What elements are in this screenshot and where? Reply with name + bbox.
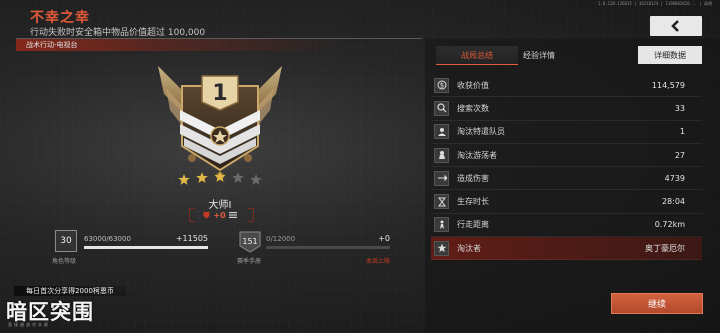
distance-icon — [434, 217, 449, 233]
damage-icon — [434, 170, 449, 186]
season-pass-level: 151 — [242, 237, 258, 246]
xp-progress-text: 63000/63000 — [84, 235, 131, 243]
list-icon — [228, 212, 237, 218]
list-item: 生存时长 28:04 — [431, 190, 702, 214]
xp-gain: +11505 — [175, 234, 208, 243]
stat-label: 收获价值 — [457, 80, 489, 90]
list-item: 搜索次数 33 — [431, 97, 702, 121]
stat-label: 生存时长 — [457, 197, 489, 207]
achievement-subtitle: 行动失败时安全箱中物品价值超过 100,000 — [30, 28, 206, 38]
stat-value: 1 — [679, 127, 685, 137]
stat-label: 搜索次数 — [457, 103, 489, 113]
pass-progress-text: 0/12000 — [266, 235, 296, 243]
search-icon — [434, 100, 449, 116]
list-item: 行走距离 0.72km — [431, 214, 702, 238]
rank-points-icon — [203, 212, 210, 219]
rank-delta-value: +0 — [213, 210, 226, 220]
stat-value: 4739 — [664, 173, 685, 183]
tab-active-indicator — [436, 64, 518, 65]
rank-stars — [178, 171, 262, 185]
star-empty-icon — [250, 174, 262, 185]
game-logo-subtitle: 直接越战合本赛 — [8, 322, 50, 327]
stat-label: 行走距离 — [457, 220, 489, 230]
value-icon: $ — [434, 77, 449, 93]
mode-label: 战术行动-电视台 — [26, 41, 78, 49]
build-info: 1.0.128.126615 | 16218124 | 1198863620..… — [598, 1, 712, 6]
share-bonus-text[interactable]: 每日首次分享得2000柯恩币 — [14, 286, 126, 296]
rank-delta: +0 — [196, 209, 244, 221]
stats-list: $ 收获价值 114,579 搜索次数 33 淘汰特遣队员 1 淘汰游荡者 27… — [431, 74, 702, 261]
star-empty-icon — [232, 172, 244, 183]
stat-label: 造成伤害 — [457, 173, 489, 183]
stat-label: 淘汰者 — [457, 243, 481, 253]
list-item[interactable]: 淘汰者 奥丁豪厄尔 — [431, 237, 702, 261]
stat-value: 27 — [674, 150, 685, 160]
pass-progress-bar — [266, 246, 390, 249]
character-level: 30 — [55, 230, 77, 252]
stat-value: 114,579 — [651, 80, 685, 90]
stat-value: 33 — [674, 103, 685, 113]
character-level-caption: 角色等级 — [52, 258, 77, 265]
list-item: 造成伤害 4739 — [431, 167, 702, 191]
star-filled-icon — [214, 171, 226, 182]
star-filled-icon — [196, 172, 208, 183]
achievement-title: 不幸之幸 — [30, 10, 90, 26]
chevron-left-icon — [671, 20, 679, 32]
continue-button[interactable]: 继续 — [611, 293, 703, 314]
stat-label: 淘汰特遣队员 — [457, 127, 505, 137]
hourglass-icon — [434, 194, 449, 210]
killer-icon — [434, 240, 449, 256]
list-item: 淘汰游荡者 27 — [431, 144, 702, 168]
svg-text:$: $ — [439, 82, 443, 90]
weekly-limit-label: 本周上限 — [365, 258, 390, 265]
star-filled-icon — [178, 174, 190, 185]
wanderer-icon — [434, 147, 449, 163]
special-squad-icon — [434, 124, 449, 140]
stat-value: 0.72km — [654, 220, 685, 230]
back-button[interactable] — [650, 16, 702, 36]
svg-text:1: 1 — [212, 81, 227, 106]
tab-exp-details[interactable]: 经验详情 — [498, 46, 580, 64]
season-pass-caption: 赛季手册 — [237, 258, 262, 265]
detail-data-button[interactable]: 详细数据 — [638, 46, 702, 64]
stat-value: 28:04 — [661, 197, 685, 207]
pass-gain: +0 — [378, 234, 390, 243]
bracket-left — [189, 208, 195, 222]
list-item: 淘汰特遣队员 1 — [431, 121, 702, 144]
killer-name[interactable]: 奥丁豪厄尔 — [645, 243, 685, 254]
stat-label: 淘汰游荡者 — [457, 150, 497, 160]
list-item: $ 收获价值 114,579 — [431, 74, 702, 98]
xp-progress-bar — [84, 246, 208, 249]
bracket-right — [248, 208, 254, 222]
